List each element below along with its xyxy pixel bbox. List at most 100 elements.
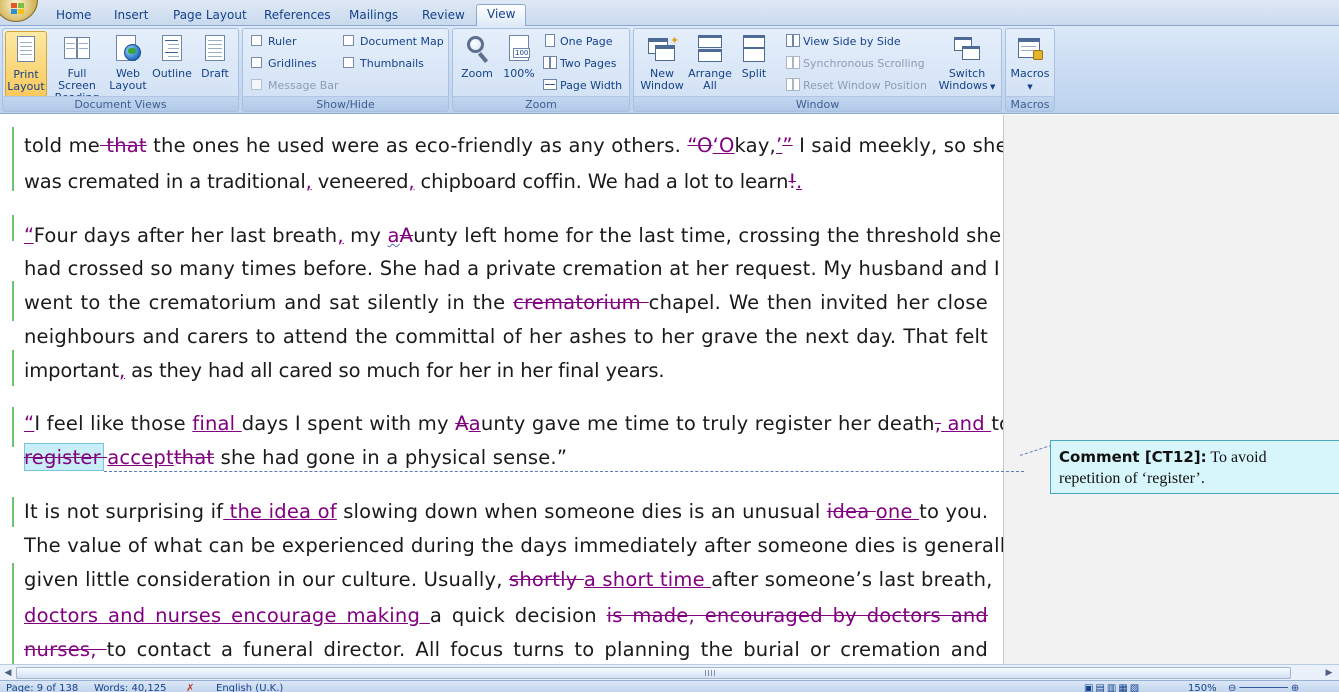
tab-view[interactable]: View [476, 4, 527, 27]
horizontal-scrollbar[interactable]: ◀ ▶ [0, 664, 1339, 680]
change-bar [12, 497, 14, 527]
text-run: chipboard coffin. We had a lot to learn [414, 170, 789, 193]
inserted-text: a [468, 412, 481, 435]
text-run: veneered [311, 170, 409, 193]
text-run: kay, [734, 134, 776, 157]
zoom-100-icon: 100 [504, 34, 534, 64]
text-run: days I spent with my [241, 412, 456, 435]
side-by-side-icon [786, 34, 800, 47]
zoom-slider[interactable]: ⊖ ──────── ⊕ [1228, 682, 1299, 692]
doc-line: nurses, to contact a funeral director. A… [24, 638, 988, 661]
gridlines-checkbox[interactable]: Gridlines [251, 55, 317, 73]
reset-window-position-button[interactable]: Reset Window Position [786, 77, 927, 95]
document-map-check-icon [343, 35, 354, 46]
web-layout-button[interactable]: Web Layout [107, 31, 149, 97]
macros-label: Macros [1010, 67, 1050, 80]
document-map-label: Document Map [360, 35, 444, 48]
two-pages-label: Two Pages [560, 57, 617, 70]
synchronous-scrolling-button[interactable]: Synchronous Scrolling [786, 55, 925, 73]
text-run: important [24, 359, 119, 382]
draft-button[interactable]: Draft [195, 31, 235, 97]
page-count[interactable]: Page: 9 of 138 [6, 682, 78, 692]
message-bar-checkbox[interactable]: Message Bar [251, 77, 339, 95]
tab-mailings[interactable]: Mailings [339, 6, 408, 26]
outline-button[interactable]: Outline [151, 31, 193, 97]
scroll-right-icon[interactable]: ▶ [1322, 667, 1336, 679]
text-run: The value of what can be experienced dur… [24, 534, 1018, 557]
text-run: after someone’s last breath, [711, 568, 993, 591]
text-run: the ones he used were as eco-friendly as… [146, 134, 688, 157]
one-page-button[interactable]: One Page [543, 33, 613, 51]
inserted-text: accept [107, 446, 174, 469]
macros-button[interactable]: Macros ▼ [1008, 31, 1052, 97]
macros-icon [1015, 34, 1045, 64]
view-side-by-side-label: View Side by Side [803, 35, 901, 48]
document-area[interactable]: told me that the ones he used were as ec… [0, 115, 1339, 664]
view-side-by-side-button[interactable]: View Side by Side [786, 33, 901, 51]
deleted-text: that [99, 134, 147, 157]
office-button[interactable] [0, 0, 38, 22]
ribbon: Print Layout Full Screen Reading Web Lay… [0, 26, 1339, 114]
ruler-check-icon [251, 35, 262, 46]
inserted-text: “ [24, 412, 35, 435]
switch-windows-button[interactable]: Switch Windows ▼ [934, 31, 1000, 97]
draft-icon [200, 34, 230, 64]
scroll-left-icon[interactable]: ◀ [1, 667, 15, 679]
tab-insert[interactable]: Insert [104, 6, 158, 26]
tab-page-layout[interactable]: Page Layout [163, 6, 257, 26]
comment-balloon[interactable]: Comment [CT12]: To avoid repetition of ‘… [1050, 440, 1339, 494]
word-count[interactable]: Words: 40,125 [94, 682, 166, 692]
proofing-error-icon[interactable]: ✗ [186, 682, 194, 692]
split-button[interactable]: Split [734, 31, 774, 97]
macros-group-label: Macros [1006, 96, 1054, 111]
ruler-checkbox[interactable]: Ruler [251, 33, 296, 51]
group-show-hide: Ruler Gridlines Message Bar Document Map… [242, 28, 449, 112]
document-page[interactable]: told me that the ones he used were as ec… [0, 115, 1017, 664]
message-bar-label: Message Bar [268, 79, 339, 92]
full-screen-reading-button[interactable]: Full Screen Reading [49, 31, 105, 104]
scrollbar-thumb[interactable] [16, 667, 1291, 679]
two-pages-button[interactable]: Two Pages [543, 55, 616, 73]
doc-line: It is not surprising if the idea of slow… [24, 500, 988, 523]
one-page-icon [543, 34, 557, 47]
switch-windows-icon [952, 34, 982, 64]
text-run: went to the crematorium and sat silently… [24, 291, 514, 314]
text-run: to contact a funeral director. All focus… [106, 638, 988, 661]
language-indicator[interactable]: English (U.K.) [216, 682, 283, 692]
tab-home[interactable]: Home [46, 6, 101, 26]
page-width-button[interactable]: Page Width [543, 77, 622, 95]
inserted-text: “ [24, 224, 34, 247]
text-run: I feel like those [34, 412, 193, 435]
arrange-all-button[interactable]: Arrange All [686, 31, 734, 97]
zoom-100-button[interactable]: 100 100% [499, 31, 539, 97]
document-map-checkbox[interactable]: Document Map [343, 33, 444, 51]
zoom-level[interactable]: 150% [1188, 682, 1217, 692]
zoom-group-label: Zoom [453, 96, 629, 111]
inserted-text: ‘O [712, 134, 735, 157]
doc-line: went to the crematorium and sat silently… [24, 291, 988, 314]
print-layout-button[interactable]: Print Layout [5, 31, 47, 97]
view-shortcut-icons[interactable]: ▣▤▥▦▧ [1084, 682, 1141, 692]
draft-label: Draft [201, 67, 229, 80]
group-window: ✦ New Window Arrange All Split View Side… [633, 28, 1002, 112]
inserted-text: and [941, 412, 992, 435]
macros-dropdown-icon: ▼ [1027, 83, 1033, 91]
thumbnails-checkbox[interactable]: Thumbnails [343, 55, 424, 73]
new-window-button[interactable]: ✦ New Window [638, 31, 686, 97]
doc-line: told me that the ones he used were as ec… [24, 134, 1008, 157]
tab-review[interactable]: Review [412, 6, 475, 26]
zoom-100-label: 100% [503, 67, 535, 80]
zoom-button[interactable]: Zoom [457, 31, 497, 97]
tab-references[interactable]: References [254, 6, 341, 26]
grip-icon [705, 670, 717, 676]
inserted-text: . [796, 170, 803, 193]
text-run: unty left home for the last time, crossi… [413, 224, 1002, 247]
show-hide-group-label: Show/Hide [243, 96, 448, 111]
zoom-100-icon-text: 100 [513, 48, 531, 58]
text-run: told me [24, 134, 100, 157]
page-width-icon [543, 78, 557, 91]
change-bar [12, 127, 14, 191]
deleted-text: crematorium [513, 291, 649, 314]
deleted-text: “O [687, 134, 713, 157]
doc-line: had crossed so many times before. She ha… [24, 257, 1000, 280]
